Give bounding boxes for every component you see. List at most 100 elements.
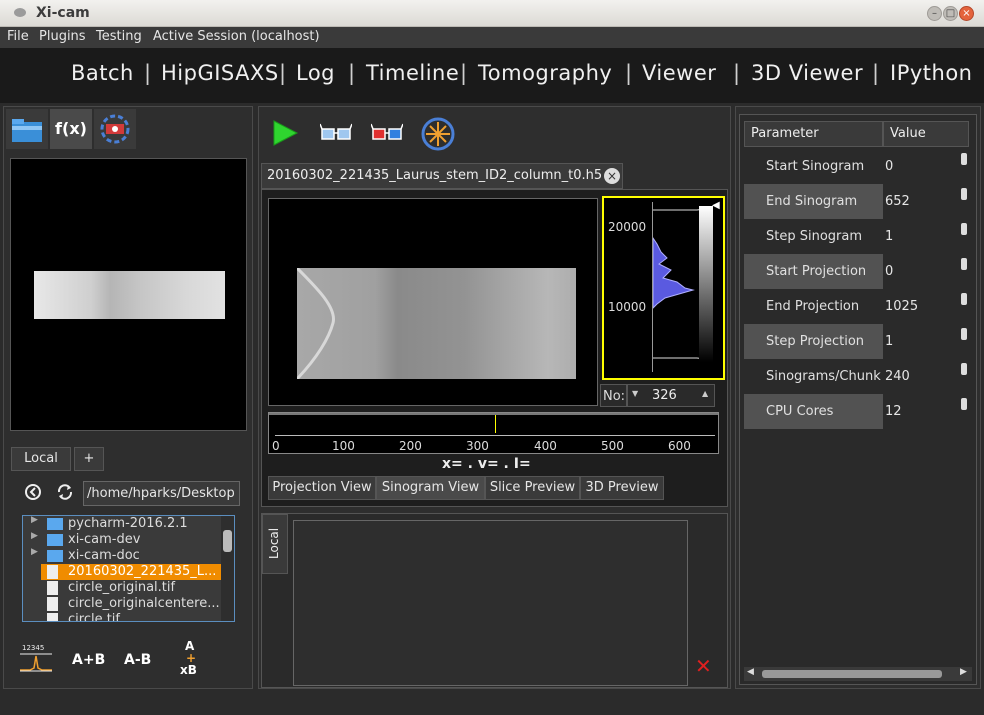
- timeline-slider[interactable]: 0 100 200 300 400 500 600: [268, 412, 719, 454]
- list-item[interactable]: ▶ xi-cam-dev: [23, 531, 223, 548]
- scroll-right-icon[interactable]: ▶: [960, 667, 967, 677]
- tab-viewer[interactable]: Viewer: [642, 61, 716, 85]
- horizontal-scrollbar[interactable]: ◀ ▶: [744, 667, 972, 681]
- param-row-cpu-cores[interactable]: CPU Cores 12: [744, 394, 970, 429]
- tab-timeline[interactable]: Timeline: [366, 61, 459, 85]
- timeline-tick: 600: [668, 439, 691, 453]
- center-panel: 20160302_221435_Laurus_stem_ID2_column_t…: [258, 106, 731, 689]
- param-value[interactable]: 1: [883, 219, 961, 254]
- tab-tomography[interactable]: Tomography: [478, 61, 612, 85]
- param-value[interactable]: 1025: [883, 289, 961, 324]
- preview-image: [10, 158, 247, 431]
- number-label: No:: [600, 384, 627, 407]
- list-item[interactable]: 20160302_221435_L...: [41, 564, 234, 580]
- histogram-widget[interactable]: 20000 10000 ◀: [602, 196, 725, 380]
- preview-glasses-icon[interactable]: [319, 121, 353, 145]
- param-value[interactable]: 0: [883, 254, 961, 289]
- timeline-tick: 400: [534, 439, 557, 453]
- image-view[interactable]: [268, 198, 598, 406]
- list-item[interactable]: circle_original.tif: [23, 580, 223, 596]
- tab-batch[interactable]: Batch: [71, 61, 134, 85]
- header-parameter: Parameter: [744, 121, 883, 147]
- tab-slice-preview[interactable]: Slice Preview: [485, 476, 580, 500]
- tab-3d-preview[interactable]: 3D Preview: [580, 476, 664, 500]
- param-row-start-sinogram[interactable]: Start Sinogram 0: [744, 149, 970, 184]
- minimize-button[interactable]: –: [927, 6, 942, 21]
- delete-icon[interactable]: ✕: [695, 654, 712, 678]
- param-value[interactable]: 12: [883, 394, 961, 429]
- workflow-canvas[interactable]: [293, 520, 688, 686]
- list-item[interactable]: ▶ pycharm-2016.2.1: [23, 516, 223, 532]
- add-images-button[interactable]: A+B: [72, 652, 105, 668]
- folder-icon[interactable]: [6, 109, 48, 149]
- param-row-step-sinogram[interactable]: Step Sinogram 1: [744, 219, 970, 254]
- scale-add-button[interactable]: A + xB: [180, 639, 202, 679]
- param-row-step-projection[interactable]: Step Projection 1: [744, 324, 970, 359]
- file-tab[interactable]: 20160302_221435_Laurus_stem_ID2_column_t…: [261, 163, 623, 189]
- function-icon[interactable]: f(x): [50, 109, 92, 149]
- refresh-icon[interactable]: [56, 483, 74, 501]
- spin-icon[interactable]: [961, 363, 967, 375]
- window-title: Xi-cam: [36, 5, 90, 21]
- tab-log[interactable]: Log: [296, 61, 335, 85]
- run-icon[interactable]: [271, 119, 299, 147]
- close-tab-icon[interactable]: ×: [604, 168, 620, 184]
- tab-projection-view[interactable]: Projection View: [268, 476, 376, 500]
- file-tab-label: 20160302_221435_Laurus_stem_ID2_column_t…: [267, 168, 603, 183]
- path-input[interactable]: /home/hparks/Desktop: [83, 481, 240, 506]
- list-item[interactable]: circle.tif: [23, 612, 223, 621]
- param-row-end-projection[interactable]: End Projection 1025: [744, 289, 970, 324]
- spin-icon[interactable]: [961, 188, 967, 200]
- header-value: Value: [883, 121, 969, 147]
- spin-icon[interactable]: [961, 223, 967, 235]
- list-item[interactable]: circle_originalcentere...: [23, 596, 223, 612]
- param-value[interactable]: 0: [883, 149, 961, 184]
- timeline-tick: 300: [466, 439, 489, 453]
- param-value[interactable]: 1: [883, 324, 961, 359]
- close-button[interactable]: ×: [959, 6, 974, 21]
- spin-icon[interactable]: [961, 328, 967, 340]
- file-list[interactable]: ▶ pycharm-2016.2.1 ▶ xi-cam-dev ▶ xi-cam…: [22, 515, 235, 622]
- folder-icon: [47, 550, 63, 562]
- file-icon: [47, 597, 58, 611]
- param-value[interactable]: 652: [883, 184, 961, 219]
- file-list-scrollbar[interactable]: [221, 516, 234, 621]
- param-row-sinograms-chunk[interactable]: Sinograms/Chunk 240: [744, 359, 970, 394]
- timeline-tick: 200: [399, 439, 422, 453]
- tab-add[interactable]: +: [74, 447, 104, 471]
- spin-up-icon[interactable]: ▲: [702, 389, 708, 398]
- gradient-bar[interactable]: [699, 206, 713, 362]
- back-icon[interactable]: [24, 483, 42, 501]
- menu-testing[interactable]: Testing: [96, 29, 142, 44]
- param-row-end-sinogram[interactable]: End Sinogram 652: [744, 184, 970, 219]
- spin-down-icon[interactable]: ▼: [632, 389, 638, 398]
- frame-spinbox[interactable]: ▼ 326 ▲: [627, 384, 715, 407]
- param-value[interactable]: 240: [883, 359, 961, 394]
- spin-icon[interactable]: [961, 153, 967, 165]
- tab-hipgisaxs[interactable]: HipGISAXS: [161, 61, 279, 85]
- center-detect-icon[interactable]: [421, 117, 455, 151]
- parameter-rows: Start Sinogram 0 End Sinogram 652 Step S…: [744, 149, 974, 464]
- param-row-start-projection[interactable]: Start Projection 0: [744, 254, 970, 289]
- spin-icon[interactable]: [961, 398, 967, 410]
- tab-3d-viewer[interactable]: 3D Viewer: [751, 61, 863, 85]
- tab-ipython[interactable]: IPython: [890, 61, 973, 85]
- scroll-left-icon[interactable]: ◀: [747, 667, 754, 677]
- list-item[interactable]: ▶ xi-cam-doc: [23, 547, 223, 564]
- menu-active-session[interactable]: Active Session (localhost): [153, 29, 320, 44]
- subtract-images-button[interactable]: A-B: [124, 652, 151, 668]
- spin-icon[interactable]: [961, 293, 967, 305]
- tab-local-side[interactable]: Local: [262, 514, 288, 574]
- 3d-glasses-icon[interactable]: [370, 121, 404, 145]
- menu-plugins[interactable]: Plugins: [39, 29, 86, 44]
- timeline-marker[interactable]: [495, 415, 496, 433]
- tab-local[interactable]: Local: [11, 447, 71, 471]
- spin-icon[interactable]: [961, 258, 967, 270]
- maximize-button[interactable]: □: [943, 6, 958, 21]
- spectrum-icon[interactable]: 12345: [18, 644, 54, 676]
- gradient-handle-icon[interactable]: ◀: [712, 200, 720, 211]
- menu-file[interactable]: File: [7, 29, 29, 44]
- scrollbar-thumb[interactable]: [762, 670, 942, 678]
- tab-sinogram-view[interactable]: Sinogram View: [376, 476, 485, 500]
- target-icon[interactable]: [94, 109, 136, 149]
